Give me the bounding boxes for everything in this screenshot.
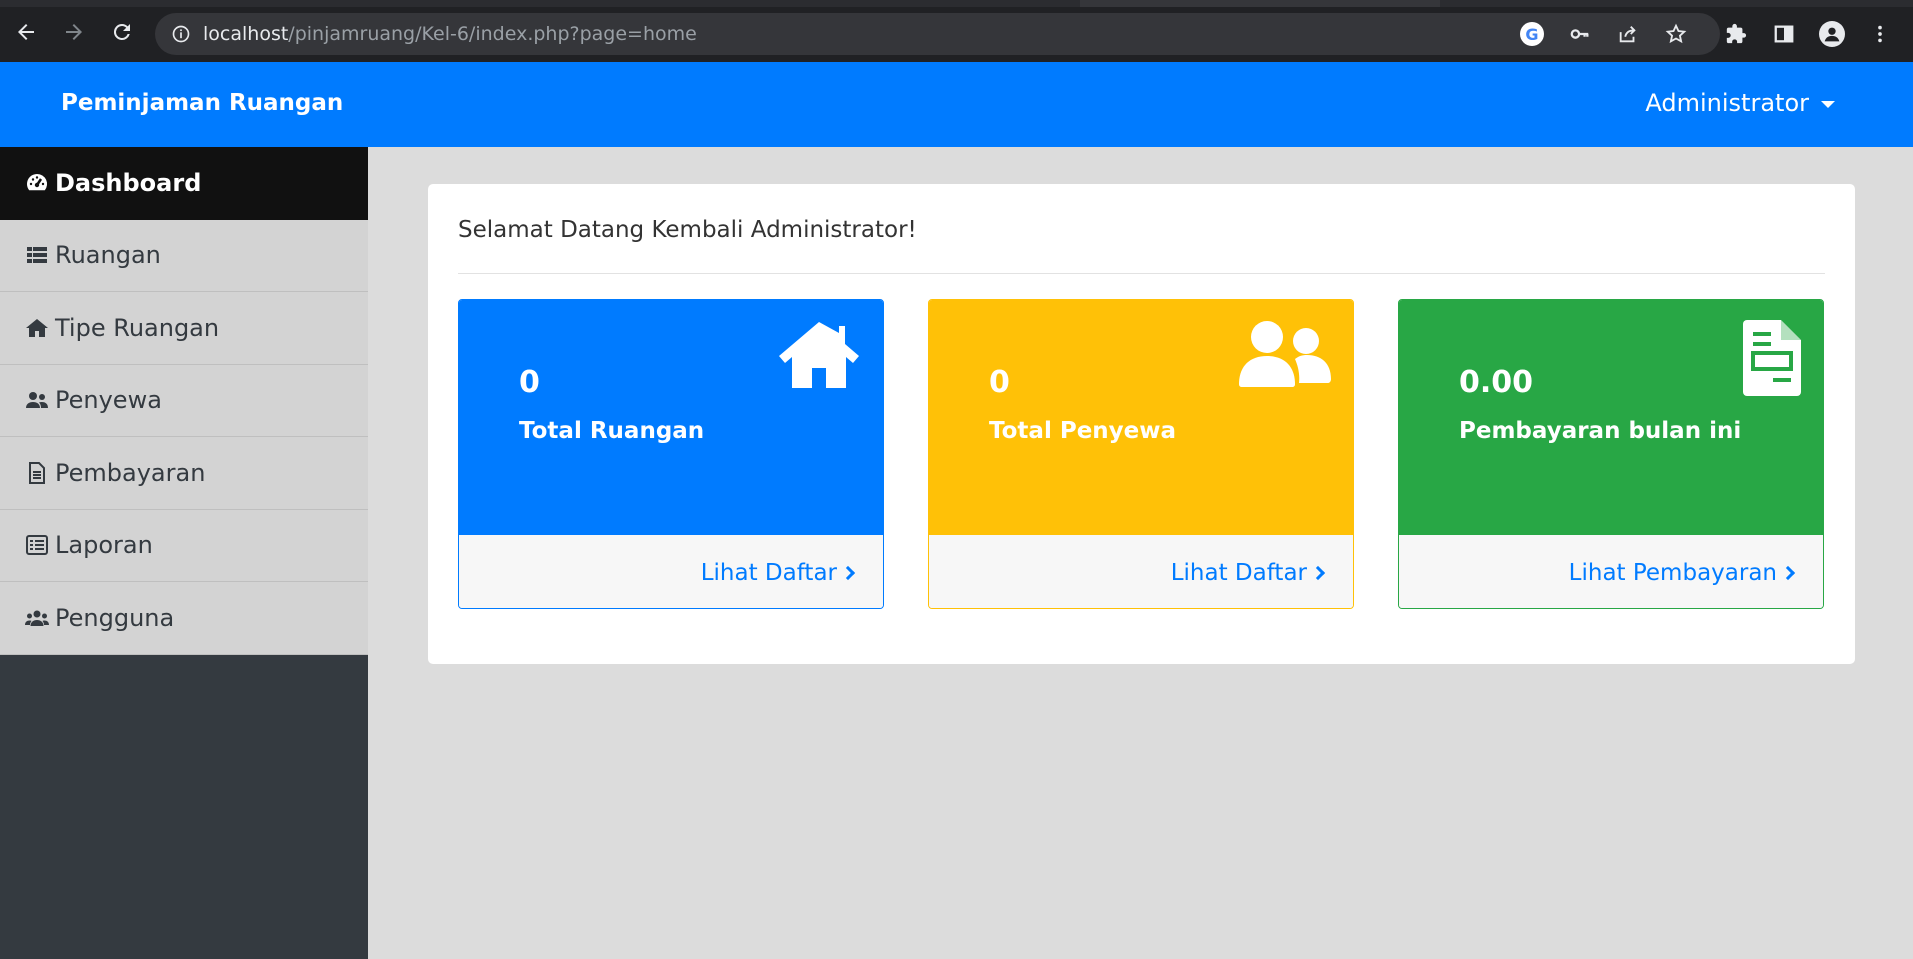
user-friends-icon [1239, 320, 1331, 393]
stat-card-body: 0.00 Pembayaran bulan ini [1399, 300, 1823, 535]
file-icon [23, 461, 51, 485]
tab-strip [0, 0, 1913, 7]
stat-link-label: Lihat Daftar [700, 559, 837, 586]
forward-icon[interactable] [59, 17, 89, 47]
info-icon[interactable] [171, 24, 191, 44]
caret-down-icon [1821, 100, 1835, 108]
brand-title[interactable]: Peminjaman Ruangan [61, 90, 343, 116]
sidebar-item-penyewa[interactable]: Penyewa [0, 364, 368, 437]
sidebar-item-label: Dashboard [55, 169, 202, 198]
sidebar-item-label: Tipe Ruangan [55, 313, 220, 342]
sidebar-item-label: Laporan [55, 531, 153, 560]
key-icon[interactable] [1567, 21, 1593, 47]
chevron-right-icon [1310, 565, 1326, 580]
user-dropdown[interactable]: Administrator [1645, 89, 1835, 117]
stat-value: 0 [989, 365, 1010, 400]
sidebar-item-label: Ruangan [55, 241, 161, 270]
lihat-daftar-ruangan-link[interactable]: Lihat Daftar [459, 535, 883, 608]
stat-card-body: 0 Total Penyewa [929, 300, 1353, 535]
url-path: /pinjamruang/Kel-6/index.php?page=home [288, 23, 697, 45]
list-alt-icon [23, 533, 51, 557]
profile-icon[interactable] [1819, 21, 1845, 47]
reload-icon[interactable] [107, 17, 137, 47]
extensions-icon[interactable] [1723, 21, 1749, 47]
sidebar: Dashboard Ruangan Tipe Ruangan Penyewa P… [0, 147, 368, 959]
sidebar-item-label: Penyewa [55, 386, 162, 415]
google-icon[interactable]: G [1519, 21, 1545, 47]
star-icon[interactable] [1663, 21, 1689, 47]
sidebar-item-ruangan[interactable]: Ruangan [0, 219, 368, 292]
app-navbar: Peminjaman Ruangan Administrator [0, 62, 1913, 147]
side-panel-icon[interactable] [1771, 21, 1797, 47]
active-tab[interactable] [1080, 0, 1440, 7]
stat-value: 0 [519, 365, 540, 400]
dashboard-card: Selamat Datang Kembali Administrator! 0 … [428, 184, 1855, 664]
divider [458, 273, 1825, 274]
invoice-icon [1743, 320, 1801, 401]
url-host: localhost [203, 23, 289, 45]
users-icon [23, 388, 51, 412]
stat-value: 0.00 [1459, 365, 1534, 400]
address-bar[interactable]: localhost/pinjamruang/Kel-6/index.php?pa… [155, 13, 1720, 55]
house-icon [777, 320, 861, 395]
sidebar-item-laporan[interactable]: Laporan [0, 509, 368, 582]
welcome-message: Selamat Datang Kembali Administrator! [458, 217, 917, 243]
url-text[interactable]: localhost/pinjamruang/Kel-6/index.php?pa… [203, 23, 697, 45]
stat-label: Total Ruangan [519, 418, 705, 444]
stat-label: Total Penyewa [989, 418, 1177, 444]
stat-link-label: Lihat Pembayaran [1568, 559, 1777, 586]
sidebar-item-tipe-ruangan[interactable]: Tipe Ruangan [0, 292, 368, 365]
chevron-right-icon [1780, 565, 1796, 580]
gauge-icon [23, 171, 51, 195]
stat-label: Pembayaran bulan ini [1459, 418, 1742, 444]
users-group-icon [23, 606, 51, 630]
stat-link-label: Lihat Daftar [1170, 559, 1307, 586]
sidebar-item-label: Pengguna [55, 603, 175, 632]
stat-card-body: 0 Total Ruangan [459, 300, 883, 535]
stat-card-total-ruangan: 0 Total Ruangan Lihat Daftar [458, 299, 884, 609]
home-icon [23, 316, 51, 340]
menu-icon[interactable] [1867, 21, 1893, 47]
list-icon [23, 243, 51, 267]
lihat-daftar-penyewa-link[interactable]: Lihat Daftar [929, 535, 1353, 608]
user-name: Administrator [1645, 89, 1809, 117]
sidebar-item-dashboard[interactable]: Dashboard [0, 147, 368, 220]
stat-card-pembayaran: 0.00 Pembayaran bulan ini Lihat Pembayar… [1398, 299, 1824, 609]
browser-toolbar: localhost/pinjamruang/Kel-6/index.php?pa… [0, 0, 1913, 62]
sidebar-item-pembayaran[interactable]: Pembayaran [0, 437, 368, 510]
back-icon[interactable] [11, 17, 41, 47]
chevron-right-icon [840, 565, 856, 580]
sidebar-item-label: Pembayaran [55, 458, 206, 487]
share-icon[interactable] [1615, 21, 1641, 47]
lihat-pembayaran-link[interactable]: Lihat Pembayaran [1399, 535, 1823, 608]
sidebar-item-pengguna[interactable]: Pengguna [0, 582, 368, 655]
stat-card-total-penyewa: 0 Total Penyewa Lihat Daftar [928, 299, 1354, 609]
